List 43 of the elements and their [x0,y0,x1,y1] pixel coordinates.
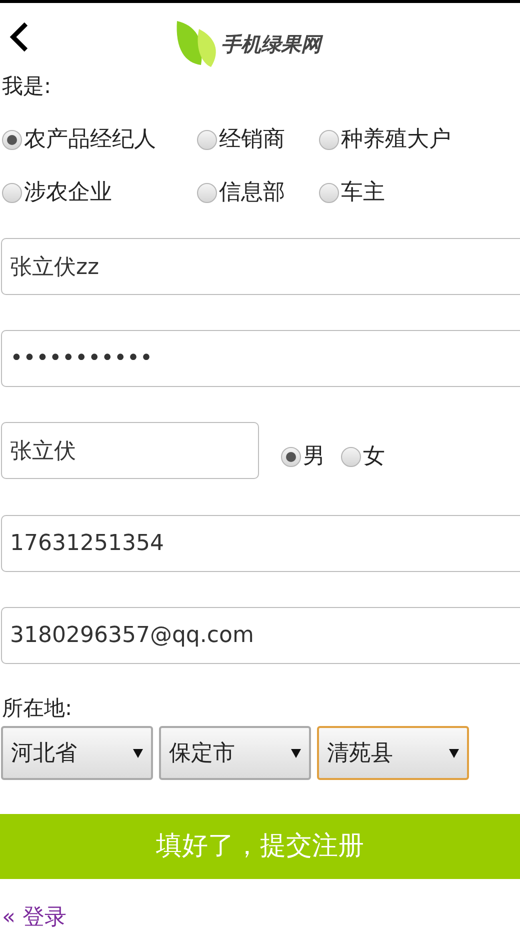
back-chevron-icon[interactable] [8,21,30,54]
dropdown-value: 保定市 [169,740,235,768]
radio-button[interactable] [281,446,301,467]
radio-label: 经销商 [219,126,285,154]
dropdown-arrow-icon [291,748,301,758]
email-field[interactable]: 3180296357@qq.com [1,607,520,664]
location-label: 所在地: [1,695,74,722]
name-field[interactable]: 张立伏 [1,422,259,480]
radio-button[interactable] [319,182,339,203]
dropdown-value: 清苑县 [327,740,393,768]
dropdown-arrow-icon [133,748,143,758]
radio-button[interactable] [197,130,217,150]
radio-label: 种养殖大户 [341,126,451,154]
dropdown-select[interactable]: 保定市 [159,726,311,780]
radio-button[interactable] [2,130,22,150]
role-label: 我是: [1,73,52,100]
radio-option[interactable]: 种养殖大户 [319,123,518,156]
radio-option[interactable]: 女 [341,440,385,474]
radio-option[interactable]: 经销商 [197,123,319,156]
radio-label: 车主 [341,179,385,208]
phone-field[interactable]: 17631251354 [1,515,520,572]
radio-option[interactable]: 男 [281,440,325,474]
radio-label: 农产品经纪人 [24,126,156,154]
radio-button[interactable] [2,182,22,203]
radio-option[interactable]: 涉农企业 [2,176,197,210]
radio-label: 女 [363,443,385,472]
dropdown-value: 河北省 [11,740,77,768]
password-field[interactable]: ••••••••••• [1,330,520,388]
radio-button[interactable] [197,182,217,203]
radio-option[interactable]: 车主 [319,176,518,210]
dropdown-select[interactable]: 清苑县 [317,726,469,780]
login-link[interactable]: « 登录 [0,905,68,931]
radio-option[interactable]: 信息部 [197,176,319,210]
username-field[interactable]: 张立伏zz [1,238,520,296]
radio-button[interactable] [319,130,339,150]
radio-label: 涉农企业 [24,179,112,208]
radio-option[interactable]: 农产品经纪人 [2,123,197,156]
logo-text: 手机绿果网 [221,29,321,59]
dropdown-arrow-icon [449,748,459,758]
dropdown-select[interactable]: 河北省 [1,726,153,780]
radio-button[interactable] [341,446,361,467]
radio-label: 男 [303,443,325,472]
radio-label: 信息部 [219,179,285,208]
